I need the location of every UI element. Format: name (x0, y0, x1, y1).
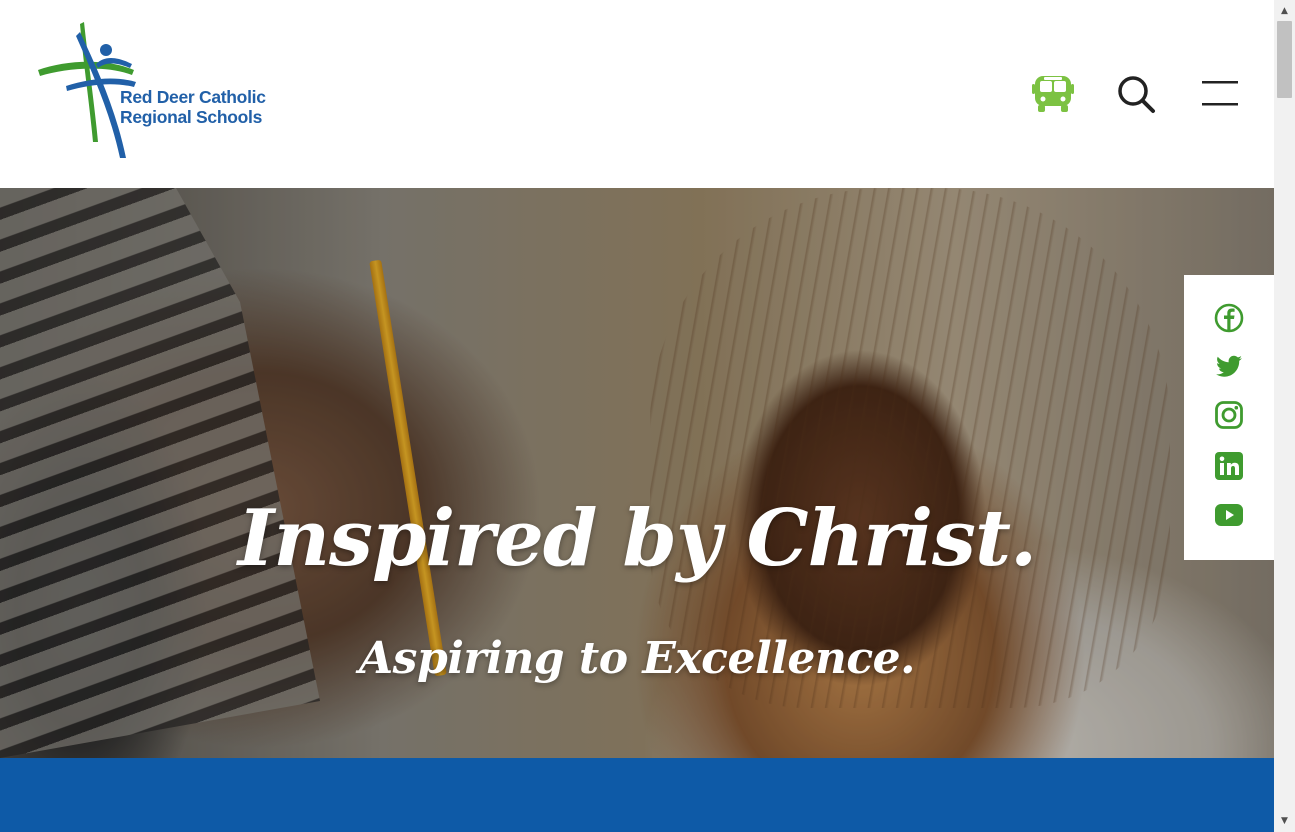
hero-heading: Inspired by Christ. (237, 493, 1037, 584)
page: Red Deer Catholic Regional Schools Inspi… (0, 0, 1274, 832)
page-scrollbar[interactable]: ▲ ▼ (1274, 0, 1295, 832)
scroll-up-arrow-icon[interactable]: ▲ (1274, 2, 1295, 20)
hero-banner: Inspired by Christ. Aspiring to Excellen… (0, 188, 1274, 758)
logo-line-2: Regional Schools (120, 107, 263, 127)
linkedin-icon[interactable] (1214, 451, 1244, 481)
bus-icon[interactable] (1032, 74, 1074, 114)
blue-content-band (0, 758, 1274, 832)
scroll-down-arrow-icon[interactable]: ▼ (1274, 812, 1295, 830)
social-sidebar (1184, 275, 1274, 560)
instagram-icon[interactable] (1214, 400, 1244, 430)
youtube-icon[interactable] (1214, 500, 1244, 530)
logo-line-1: Red Deer Catholic (120, 87, 266, 107)
site-header: Red Deer Catholic Regional Schools (0, 0, 1274, 188)
menu-icon[interactable] (1200, 80, 1240, 108)
scrollbar-thumb[interactable] (1277, 21, 1292, 98)
site-logo-link[interactable]: Red Deer Catholic Regional Schools (36, 20, 276, 162)
facebook-icon[interactable] (1214, 303, 1244, 333)
twitter-icon[interactable] (1214, 351, 1244, 381)
hero-subheading: Aspiring to Excellence. (359, 633, 915, 684)
search-icon[interactable] (1116, 74, 1156, 114)
logo-text: Red Deer Catholic Regional Schools (120, 87, 266, 127)
